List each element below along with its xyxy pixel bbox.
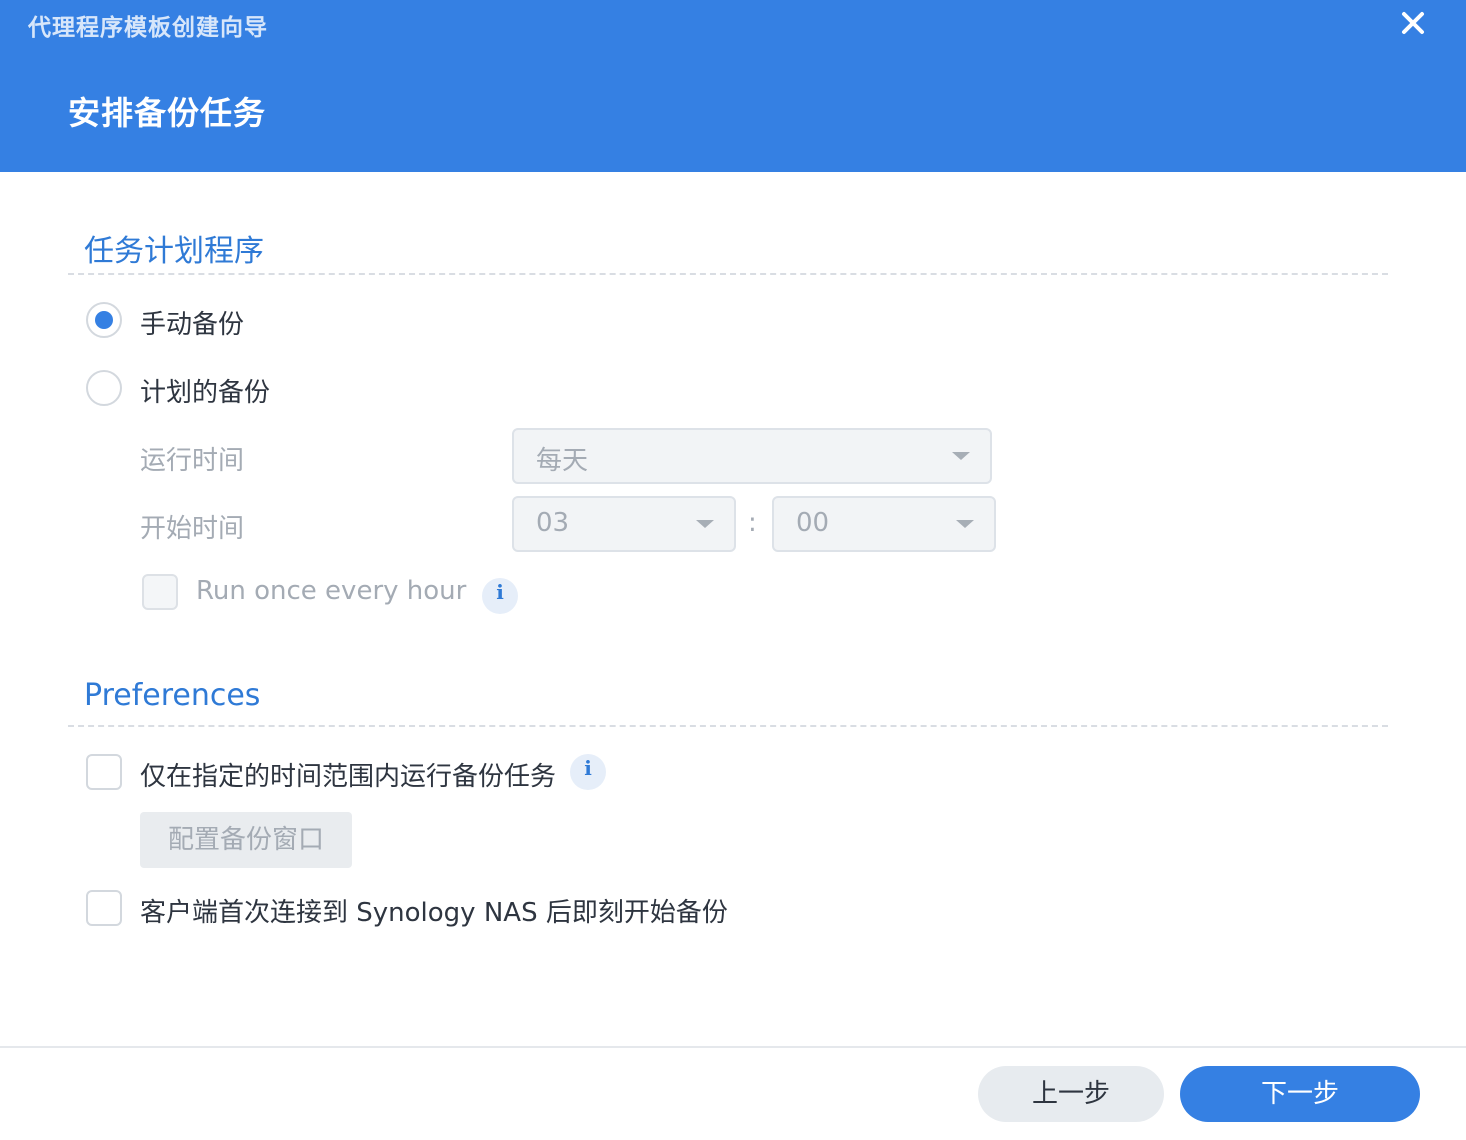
footer-divider: [0, 1046, 1466, 1048]
run-time-select[interactable]: 每天: [512, 428, 992, 484]
step-title: 安排备份任务: [68, 94, 267, 132]
scheduled-backup-radio[interactable]: [86, 370, 122, 406]
preferences-section-title: Preferences: [84, 678, 261, 713]
run-time-label: 运行时间: [140, 446, 245, 476]
window-title: 代理程序模板创建向导: [28, 15, 268, 41]
start-minute-value: 00: [796, 508, 830, 538]
first-connect-backup-checkbox[interactable]: [86, 890, 122, 926]
preferences-section-divider: [68, 725, 1388, 727]
start-minute-select[interactable]: 00: [772, 496, 996, 552]
close-icon[interactable]: [1396, 6, 1430, 40]
schedule-section-divider: [68, 273, 1388, 275]
time-window-checkbox[interactable]: [86, 754, 122, 790]
start-time-label: 开始时间: [140, 514, 245, 544]
run-hourly-label[interactable]: Run once every hour: [196, 576, 466, 606]
run-time-value: 每天: [536, 446, 589, 476]
info-icon[interactable]: i: [570, 754, 606, 790]
chevron-down-icon: [956, 520, 974, 528]
start-hour-value: 03: [536, 508, 570, 538]
scheduled-backup-label[interactable]: 计划的备份: [140, 372, 270, 409]
start-hour-select[interactable]: 03: [512, 496, 736, 552]
first-connect-backup-label[interactable]: 客户端首次连接到 Synology NAS 后即刻开始备份: [140, 892, 728, 929]
time-window-label[interactable]: 仅在指定的时间范围内运行备份任务: [140, 756, 556, 793]
run-hourly-checkbox[interactable]: [142, 574, 178, 610]
wizard-header: 代理程序模板创建向导 安排备份任务: [0, 0, 1466, 172]
info-icon[interactable]: i: [482, 578, 518, 614]
manual-backup-radio[interactable]: [86, 302, 122, 338]
chevron-down-icon: [952, 452, 970, 460]
next-button[interactable]: 下一步: [1180, 1066, 1420, 1122]
previous-button[interactable]: 上一步: [978, 1066, 1164, 1122]
schedule-section-title: 任务计划程序: [84, 234, 264, 269]
configure-backup-window-button[interactable]: 配置备份窗口: [140, 812, 352, 868]
chevron-down-icon: [696, 520, 714, 528]
time-separator: :: [748, 508, 757, 538]
manual-backup-label[interactable]: 手动备份: [140, 304, 244, 341]
